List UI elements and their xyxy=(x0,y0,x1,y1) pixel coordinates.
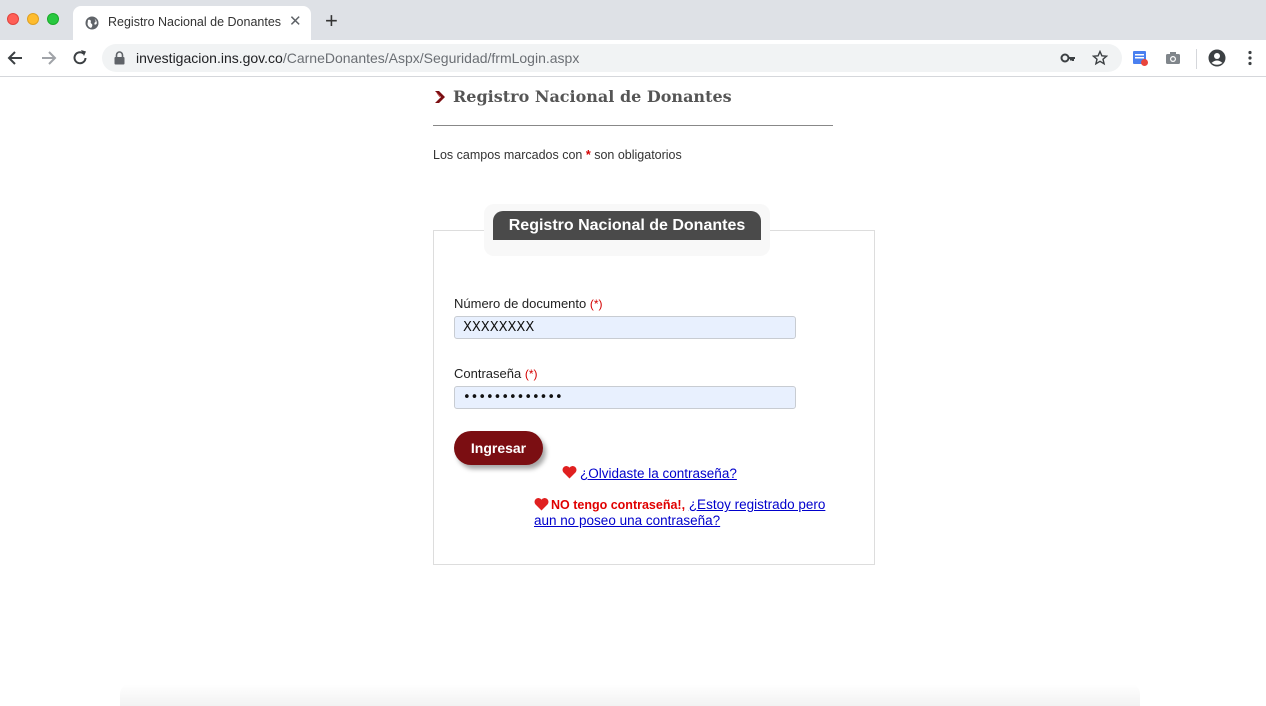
heart-icon xyxy=(534,498,549,511)
url-path: /CarneDonantes/Aspx/Seguridad/frmLogin.a… xyxy=(282,50,580,66)
document-label: Número de documento (*) xyxy=(454,296,603,311)
no-password-section: NO tengo contraseña!, ¿Estoy registrado … xyxy=(534,497,844,529)
extension-icon[interactable] xyxy=(1131,49,1149,67)
document-required-mark: (*) xyxy=(589,297,603,311)
toolbar-separator xyxy=(1196,49,1197,69)
required-note-prefix: Los campos marcados con xyxy=(433,148,586,162)
key-icon[interactable] xyxy=(1060,50,1076,66)
page-content: Registro Nacional de Donantes Los campos… xyxy=(0,78,1266,706)
required-note-suffix: son obligatorios xyxy=(590,148,682,162)
address-bar[interactable]: investigacion.ins.gov.co/CarneDonantes/A… xyxy=(102,44,1122,72)
lock-icon[interactable] xyxy=(114,51,125,65)
maximize-window-button[interactable] xyxy=(47,13,59,25)
globe-icon xyxy=(85,16,99,30)
form-title: Registro Nacional de Donantes xyxy=(493,211,761,240)
heart-icon xyxy=(562,466,577,479)
forward-arrow-icon[interactable] xyxy=(38,48,58,68)
back-arrow-icon[interactable] xyxy=(6,48,26,68)
new-tab-button[interactable]: + xyxy=(325,10,338,32)
document-label-text: Número de documento xyxy=(454,296,587,311)
login-submit-button[interactable]: Ingresar xyxy=(454,431,543,465)
password-input[interactable] xyxy=(454,386,796,409)
bookmark-star-icon[interactable] xyxy=(1092,50,1108,66)
document-number-input[interactable] xyxy=(454,316,796,339)
heading-divider xyxy=(433,125,833,126)
tab-title: Registro Nacional de Donantes xyxy=(108,15,282,29)
close-window-button[interactable] xyxy=(7,13,19,25)
password-label: Contraseña (*) xyxy=(454,366,538,381)
profile-avatar-icon[interactable] xyxy=(1208,49,1226,67)
camera-icon[interactable] xyxy=(1164,49,1182,67)
tab-bar: Registro Nacional de Donantes ✕ + xyxy=(0,0,1266,40)
url-host: investigacion.ins.gov.co xyxy=(136,50,283,66)
required-fields-note: Los campos marcados con * son obligatori… xyxy=(433,148,682,162)
menu-kebab-icon[interactable] xyxy=(1241,49,1259,67)
reload-icon[interactable] xyxy=(70,48,90,68)
no-password-warning: NO tengo contraseña!, xyxy=(551,498,686,512)
page-title: Registro Nacional de Donantes xyxy=(453,87,732,106)
forgot-password-link[interactable]: ¿Olvidaste la contraseña? xyxy=(580,466,737,481)
close-tab-icon[interactable]: ✕ xyxy=(289,13,302,31)
browser-toolbar: investigacion.ins.gov.co/CarneDonantes/A… xyxy=(0,40,1266,77)
minimize-window-button[interactable] xyxy=(27,13,39,25)
url-text[interactable]: investigacion.ins.gov.co/CarneDonantes/A… xyxy=(136,50,579,66)
password-required-mark: (*) xyxy=(524,367,538,381)
password-label-text: Contraseña xyxy=(454,366,522,381)
chevron-right-icon xyxy=(435,91,445,103)
footer-shadow xyxy=(120,684,1140,706)
browser-tab[interactable]: Registro Nacional de Donantes ✕ xyxy=(73,6,311,40)
